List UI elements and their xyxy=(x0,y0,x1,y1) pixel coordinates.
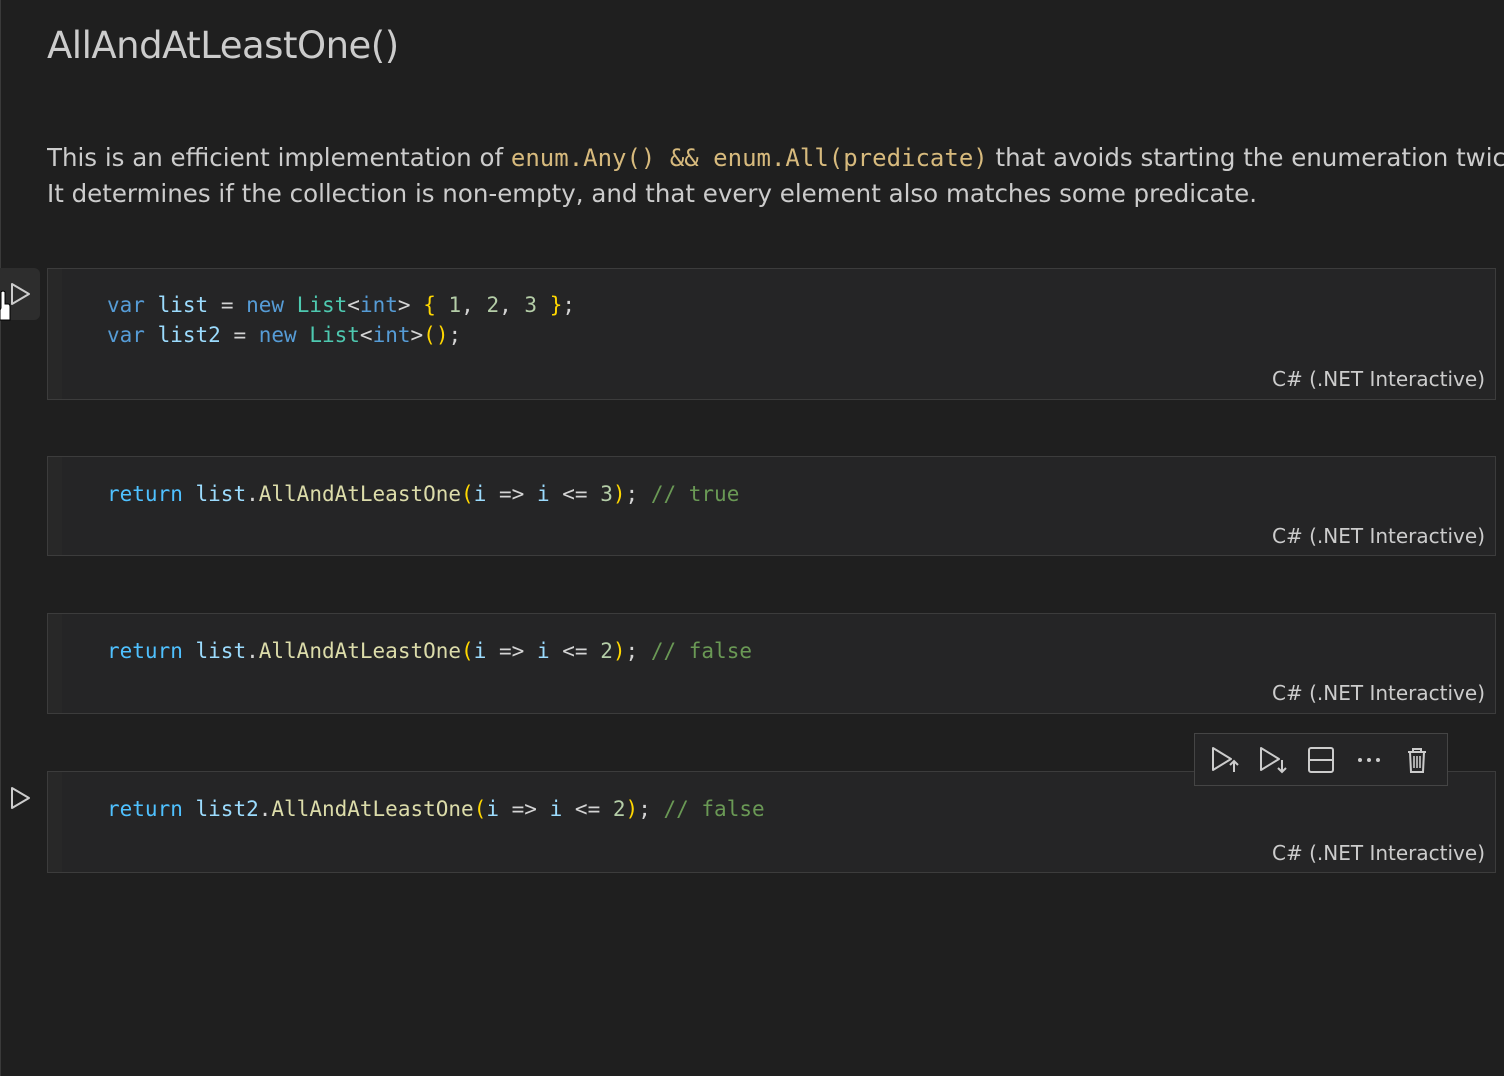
variable: list xyxy=(195,639,247,663)
variable: i xyxy=(473,639,487,663)
keyword: var xyxy=(107,323,145,347)
editor-left-border xyxy=(0,0,1,1076)
brace: } xyxy=(549,293,563,317)
run-below-button[interactable] xyxy=(1253,740,1293,780)
markdown-paragraph: This is an efficient implementation of e… xyxy=(47,140,1504,212)
cell-gutter xyxy=(48,772,62,872)
inline-code: enum.Any() && enum.All(predicate) xyxy=(510,144,988,172)
operator: > xyxy=(397,293,411,317)
operator: => xyxy=(499,639,525,663)
operator: => xyxy=(499,482,525,506)
operator: < xyxy=(347,293,360,317)
variable: i xyxy=(549,797,563,821)
operator: < xyxy=(359,323,373,347)
cell-language-label[interactable]: C# (.NET Interactive) xyxy=(1272,841,1485,865)
keyword: int xyxy=(372,323,411,347)
run-cell-button[interactable] xyxy=(0,772,40,824)
split-cell-button[interactable] xyxy=(1301,740,1341,780)
number: 1 xyxy=(448,293,462,317)
operator: <= xyxy=(574,797,601,821)
keyword: var xyxy=(107,293,145,317)
cell-language-label[interactable]: C# (.NET Interactive) xyxy=(1272,681,1485,705)
code-cell[interactable]: return list.AllAndAtLeastOne(i => i <= 3… xyxy=(47,456,1496,556)
run-above-icon xyxy=(1212,746,1239,772)
more-icon xyxy=(1358,757,1380,762)
play-icon xyxy=(11,787,30,809)
variable: list2 xyxy=(157,323,221,347)
number: 2 xyxy=(600,639,613,663)
code-editor[interactable]: return list.AllAndAtLeastOne(i => i <= 2… xyxy=(107,636,752,666)
comment: // false xyxy=(650,639,752,663)
comment: // true xyxy=(650,482,740,506)
brace: { xyxy=(423,293,436,317)
code-editor[interactable]: return list2.AllAndAtLeastOne(i => i <= … xyxy=(107,794,765,824)
delete-icon xyxy=(1408,747,1426,773)
variable: i xyxy=(486,797,499,821)
cell-gutter xyxy=(48,614,62,713)
type-name: List xyxy=(296,293,348,317)
semicolon: ; xyxy=(448,323,462,347)
paragraph-line-1: This is an efficient implementation of e… xyxy=(47,140,1504,176)
comment: // false xyxy=(663,797,765,821)
code-line: var list2 = new List<int>(); xyxy=(107,323,461,347)
semicolon: ; xyxy=(562,293,576,317)
type-name: List xyxy=(309,323,360,347)
operator: <= xyxy=(562,639,588,663)
operator: <= xyxy=(562,482,588,506)
code-editor[interactable]: return list.AllAndAtLeastOne(i => i <= 3… xyxy=(107,479,739,509)
keyword: return xyxy=(107,797,183,821)
variable: i xyxy=(536,482,550,506)
more-actions-button[interactable] xyxy=(1349,740,1389,780)
delete-cell-button[interactable] xyxy=(1397,740,1437,780)
cell-language-label[interactable]: C# (.NET Interactive) xyxy=(1272,367,1485,391)
operator: = xyxy=(220,323,259,347)
paragraph-text: This is an efficient implementation of xyxy=(47,143,511,172)
code-cell[interactable]: return list.AllAndAtLeastOne(i => i <= 2… xyxy=(47,613,1496,714)
paragraph-line-2: It determines if the collection is non-e… xyxy=(47,179,1258,208)
variable: list xyxy=(195,482,247,506)
method-name: AllAndAtLeastOne xyxy=(271,797,474,821)
cell-gutter xyxy=(48,457,62,555)
number: 3 xyxy=(524,293,538,317)
variable: i xyxy=(536,639,550,663)
run-above-button[interactable] xyxy=(1205,740,1245,780)
cell-language-label[interactable]: C# (.NET Interactive) xyxy=(1272,524,1485,548)
cell-toolbar xyxy=(1194,733,1448,786)
code-cell[interactable]: var list = new List<int> { 1, 2, 3 }; va… xyxy=(47,268,1496,400)
split-cell-icon xyxy=(1308,746,1334,773)
paragraph-text: that avoids starting the enumeration twi… xyxy=(987,143,1504,172)
operator: => xyxy=(511,797,537,821)
markdown-title: AllAndAtLeastOne() xyxy=(47,24,399,67)
parens: () xyxy=(423,323,449,347)
keyword: int xyxy=(359,293,398,317)
number: 3 xyxy=(600,482,613,506)
method-name: AllAndAtLeastOne xyxy=(258,639,462,663)
mouse-cursor-icon xyxy=(0,290,11,321)
operator: > xyxy=(410,323,424,347)
keyword: new xyxy=(258,323,297,347)
operator: = xyxy=(208,293,247,317)
method-name: AllAndAtLeastOne xyxy=(258,482,462,506)
code-cell[interactable]: return list2.AllAndAtLeastOne(i => i <= … xyxy=(47,771,1496,873)
keyword: return xyxy=(107,482,183,506)
cell-gutter xyxy=(48,269,62,399)
run-below-icon xyxy=(1260,746,1287,773)
keyword: new xyxy=(246,293,285,317)
variable: list xyxy=(157,293,209,317)
variable: i xyxy=(473,482,487,506)
code-line: var list = new List<int> { 1, 2, 3 }; xyxy=(107,293,576,317)
number: 2 xyxy=(486,293,500,317)
number: 2 xyxy=(612,797,626,821)
variable: list2 xyxy=(195,797,259,821)
keyword: return xyxy=(107,639,183,663)
code-editor[interactable]: var list = new List<int> { 1, 2, 3 }; va… xyxy=(107,290,575,350)
